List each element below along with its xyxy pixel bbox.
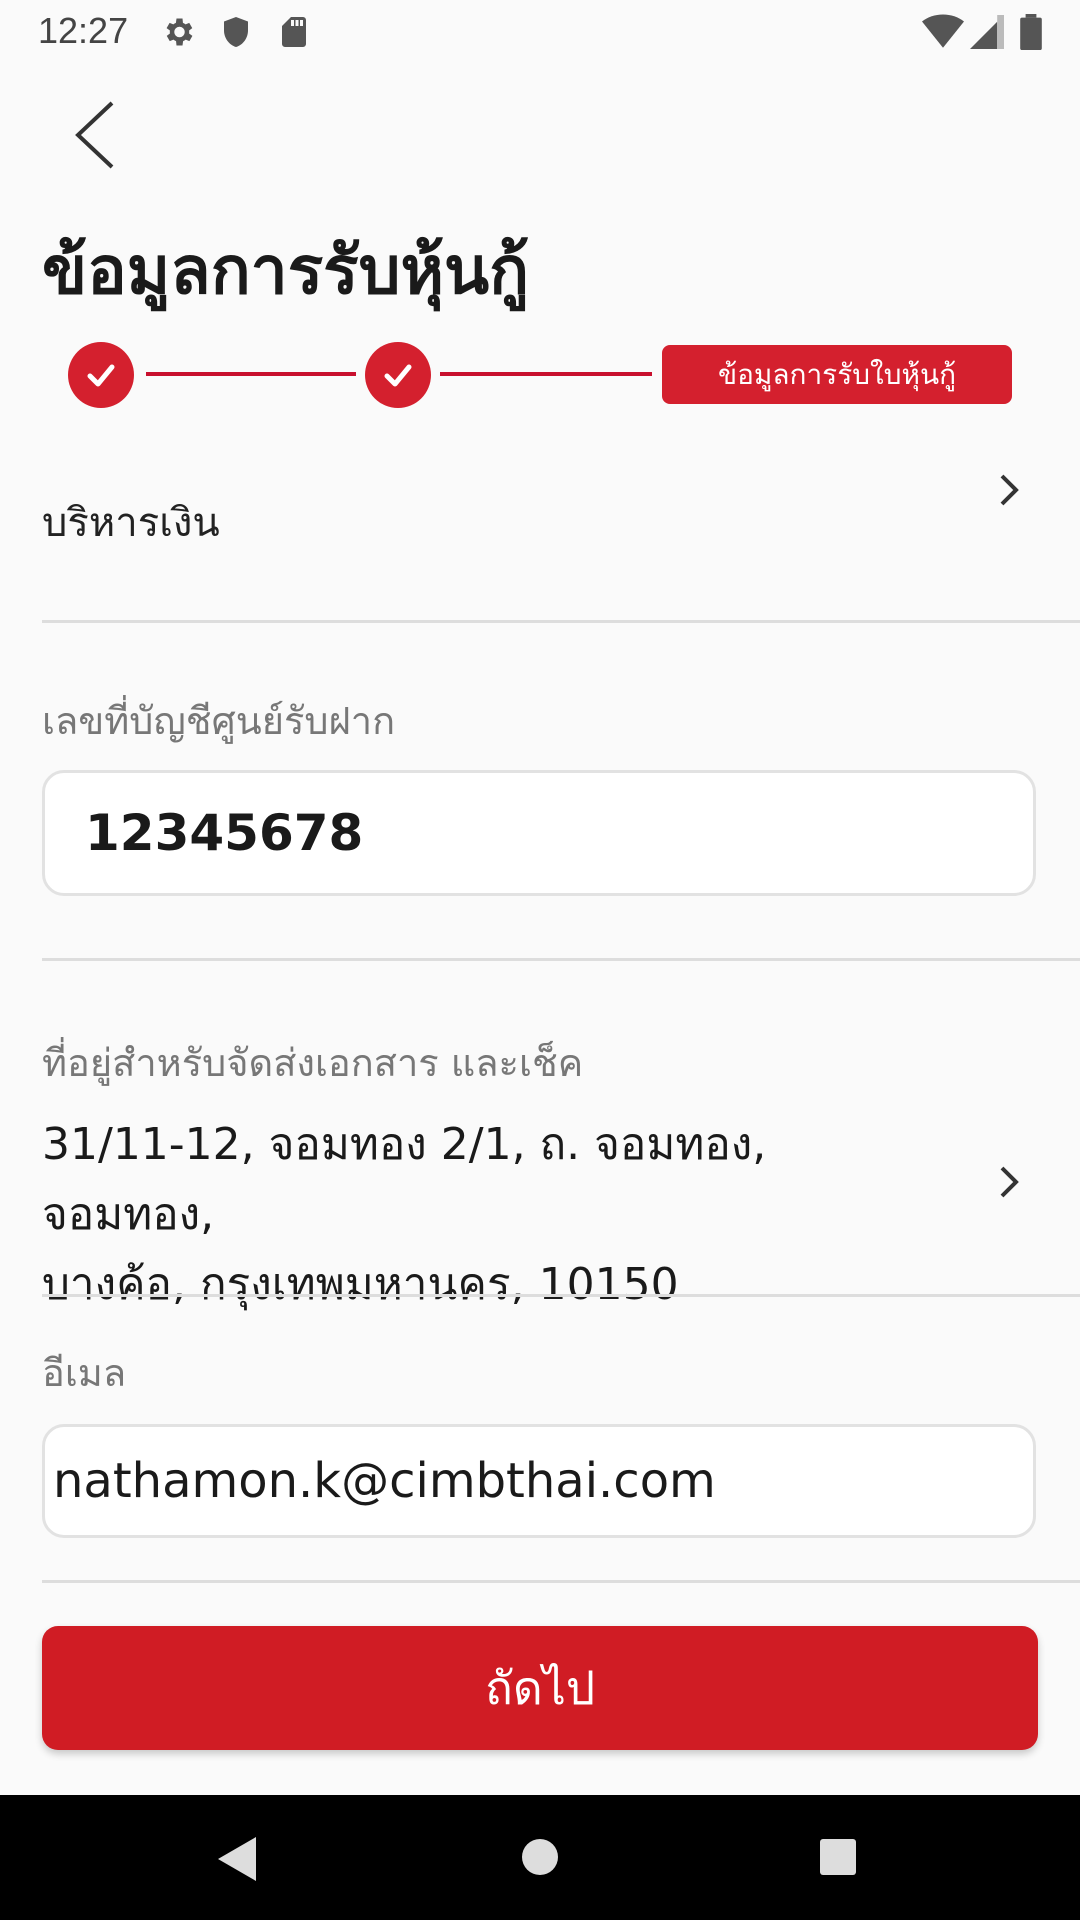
status-bar: 12:27 — [0, 0, 1080, 64]
sd-card-icon — [282, 17, 306, 47]
step-connector — [440, 372, 652, 376]
check-icon — [87, 364, 115, 387]
account-number-label: เลขที่บัญชีศูนย์รับฝาก — [42, 699, 396, 743]
step-2-done — [365, 342, 431, 408]
truncated-selection-row[interactable]: บริหารเงิน — [42, 470, 1032, 580]
progress-stepper: ข้อมูลการรับใบหุ้นกู้ — [0, 340, 1080, 410]
divider — [42, 958, 1080, 961]
address-line-1: 31/11-12, จอมทอง 2/1, ถ. จอมทอง, จอมทอง, — [42, 1119, 767, 1240]
shield-icon — [224, 17, 248, 47]
account-number-value: 12345678 — [85, 804, 364, 862]
gear-icon — [166, 18, 193, 46]
account-number-input[interactable]: 12345678 — [42, 770, 1036, 896]
check-icon — [384, 364, 412, 387]
address-label: ที่อยู่สำหรับจัดส่งเอกสาร และเช็ค — [42, 1041, 584, 1085]
address-selection-row[interactable]: 31/11-12, จอมทอง 2/1, ถ. จอมทอง, จอมทอง,… — [42, 1110, 942, 1320]
back-button[interactable] — [60, 95, 130, 175]
signal-icon — [970, 15, 1004, 49]
status-time: 12:27 — [38, 10, 129, 51]
wifi-icon — [922, 14, 964, 48]
step-connector — [146, 372, 356, 376]
chevron-left-icon — [75, 101, 114, 169]
next-button[interactable]: ถัดไป — [42, 1626, 1038, 1750]
divider — [42, 620, 1080, 623]
step-1-done — [68, 342, 134, 408]
email-label: อีเมล — [42, 1351, 127, 1395]
back-triangle-icon[interactable] — [216, 1835, 260, 1883]
truncated-row-text: บริหารเงิน — [42, 500, 220, 546]
divider — [42, 1580, 1080, 1583]
email-value: nathamon.k@cimbthai.com — [53, 1453, 716, 1509]
home-circle-icon[interactable] — [520, 1837, 560, 1877]
address-line-2: บางค้อ, กรุงเทพมหานคร, 10150 — [42, 1259, 679, 1310]
step-3-current: ข้อมูลการรับใบหุ้นกู้ — [662, 345, 1012, 404]
divider — [42, 1294, 1080, 1297]
battery-icon — [1020, 14, 1042, 50]
chevron-right-icon[interactable] — [994, 1162, 1024, 1202]
page-title: ข้อมูลการรับหุ้นกู้ — [42, 232, 530, 309]
email-input[interactable]: nathamon.k@cimbthai.com — [42, 1424, 1036, 1538]
chevron-right-icon — [1000, 474, 1019, 506]
system-nav-bar — [0, 1795, 1080, 1920]
recents-square-icon[interactable] — [818, 1837, 858, 1877]
